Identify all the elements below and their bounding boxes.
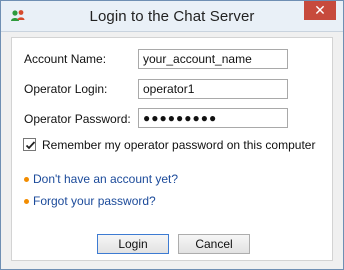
close-button[interactable]: ✕ [304,1,336,20]
operator-password-input[interactable]: ●●●●●●●●● [138,108,288,128]
forgot-password-link[interactable]: Forgot your password? [33,194,156,208]
login-button[interactable]: Login [97,234,169,254]
account-name-input[interactable]: your_account_name [138,49,288,69]
close-icon: ✕ [314,2,326,18]
operator-login-input[interactable]: operator1 [138,79,288,99]
operator-login-label: Operator Login: [24,82,108,96]
account-name-label: Account Name: [24,52,107,66]
operator-password-label: Operator Password: [24,112,131,126]
bullet-icon [24,177,29,182]
cancel-button[interactable]: Cancel [178,234,250,254]
remember-password-checkbox[interactable] [23,138,36,151]
no-account-link[interactable]: Don't have an account yet? [33,172,178,186]
checkmark-icon [25,141,36,150]
title-bar: Login to the Chat Server ✕ [1,1,343,32]
login-dialog: Login to the Chat Server ✕ Account Name:… [0,0,344,270]
dialog-content: Account Name: your_account_name Operator… [11,37,333,261]
remember-password-label: Remember my operator password on this co… [42,138,316,152]
bullet-icon [24,199,29,204]
window-title: Login to the Chat Server [89,8,255,25]
